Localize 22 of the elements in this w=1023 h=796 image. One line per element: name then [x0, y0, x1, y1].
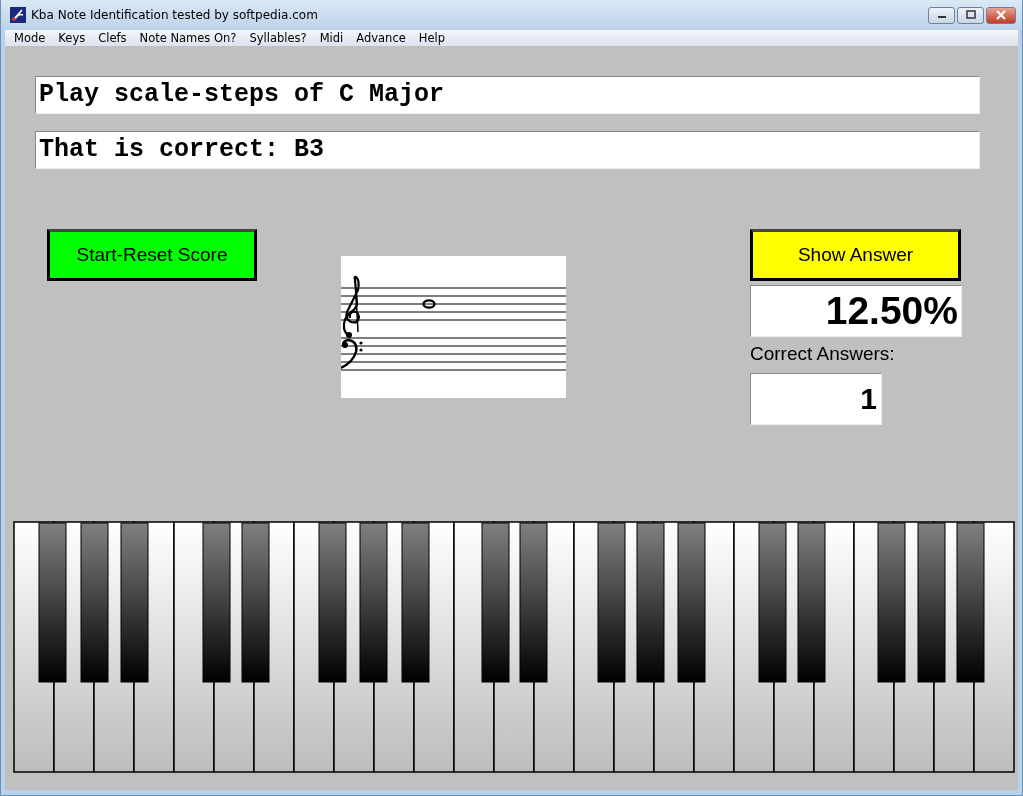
maximize-button[interactable]	[957, 6, 984, 24]
menu-item[interactable]: Syllables?	[249, 31, 307, 45]
maximize-icon	[965, 10, 976, 20]
correct-answers-label: Correct Answers:	[750, 343, 896, 366]
menu-item[interactable]: Note Names On?	[139, 31, 237, 45]
correct-answers-count: 1	[750, 373, 882, 425]
close-icon	[996, 10, 1006, 20]
menu-item[interactable]: Midi	[319, 31, 344, 45]
app-icon	[10, 7, 26, 23]
menu-item[interactable]: Keys	[58, 31, 86, 45]
window-title: Kba Note Identification tested by softpedia.com	[31, 8, 318, 22]
feedback-field: That is correct: B3	[35, 131, 980, 169]
menu-item[interactable]: Help	[418, 31, 445, 45]
show-answer-button[interactable]: Show Answer	[750, 229, 961, 281]
menu-item[interactable]: Advance	[356, 31, 406, 45]
minimize-button[interactable]	[928, 6, 955, 24]
menu-item[interactable]: Mode	[14, 31, 46, 45]
score-percentage: 12.50%	[750, 285, 962, 337]
menu-item[interactable]: Clefs	[98, 31, 127, 45]
prompt-field: Play scale-steps of C Major	[35, 76, 980, 114]
start-reset-button[interactable]: Start-Reset Score	[47, 229, 257, 281]
close-button[interactable]	[986, 6, 1016, 24]
